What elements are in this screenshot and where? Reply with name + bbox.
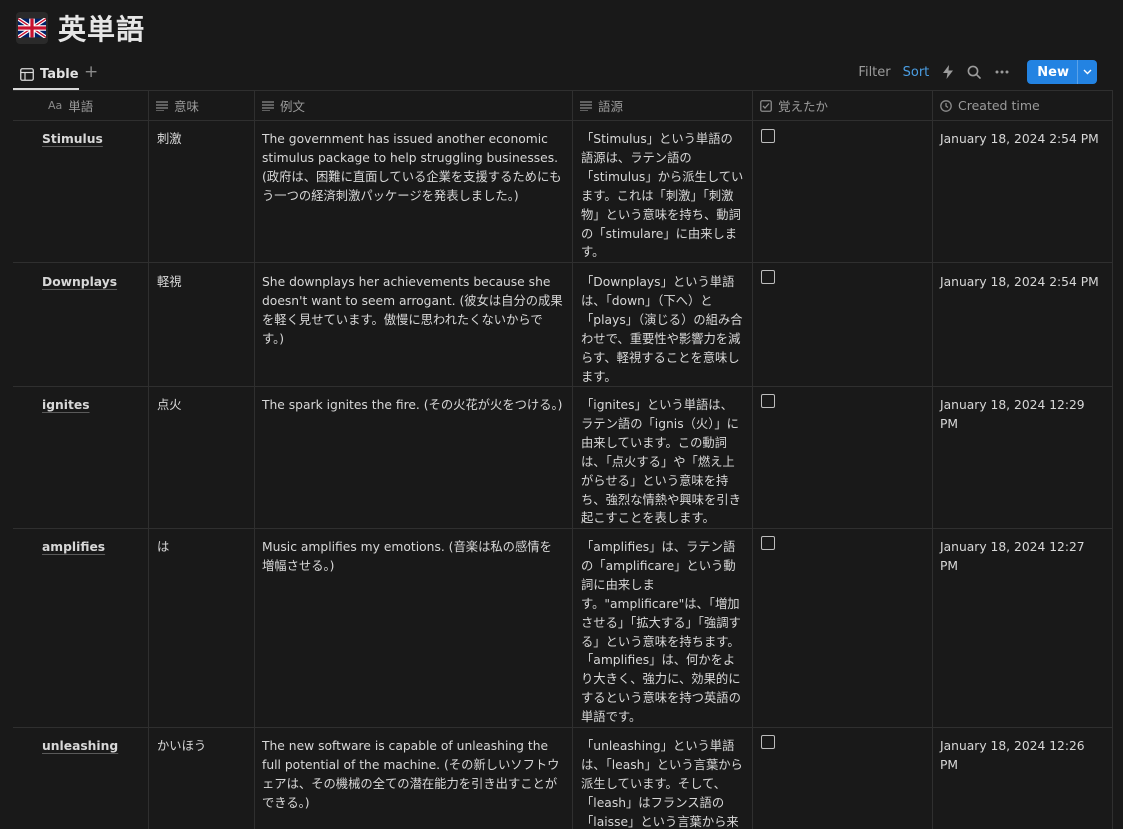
example-cell[interactable]: The new software is capable of unleashin…	[254, 731, 572, 829]
learned-checkbox[interactable]	[761, 129, 775, 143]
example-cell[interactable]: She downplays her achievements because s…	[254, 267, 572, 386]
column-header-label: 語源	[598, 99, 624, 114]
table-row-word-cell[interactable]: unleashing	[34, 731, 148, 762]
page-title[interactable]: 英単語	[58, 8, 145, 48]
database-toolbar: Filter Sort New	[858, 59, 1097, 85]
row-border	[13, 386, 1113, 387]
new-button[interactable]: New	[1027, 60, 1097, 84]
search-icon[interactable]	[967, 65, 982, 79]
table-row-word-cell[interactable]: Downplays	[34, 267, 148, 298]
lightning-icon[interactable]	[943, 65, 954, 79]
example-cell[interactable]: The government has issued another econom…	[254, 124, 572, 262]
column-header-word[interactable]: Aa 単語	[40, 90, 148, 121]
row-border	[13, 528, 1113, 529]
view-bar: Table + Filter Sort New	[0, 58, 1123, 90]
word-link[interactable]: amplifies	[42, 540, 105, 554]
created-time-cell[interactable]: January 18, 2024 12:29 PM	[932, 390, 1113, 440]
row-border	[13, 262, 1113, 263]
page-header: 英単語	[16, 10, 145, 46]
column-header-label: 意味	[174, 99, 200, 114]
add-view-button[interactable]: +	[84, 62, 98, 82]
sort-button[interactable]: Sort	[903, 65, 930, 80]
etymology-cell[interactable]: 「amplifies」は、ラテン語の「amplificare」という動詞に由来し…	[573, 532, 752, 727]
header-top-border	[13, 90, 1113, 91]
table-icon	[20, 67, 34, 81]
word-link[interactable]: Downplays	[42, 275, 117, 289]
meaning-cell[interactable]: は	[149, 532, 254, 563]
text-property-icon	[262, 100, 274, 111]
column-header-example[interactable]: 例文	[254, 90, 572, 121]
example-cell[interactable]: Music amplifies my emotions. (音楽は私の感情を増幅…	[254, 532, 572, 727]
column-header-label: 例文	[280, 99, 306, 114]
column-header-label: 単語	[68, 99, 94, 114]
column-header-label: Created time	[958, 98, 1040, 113]
word-link[interactable]: unleashing	[42, 739, 118, 753]
column-divider	[752, 90, 753, 829]
table-row-word-cell[interactable]: amplifies	[34, 532, 148, 563]
created-time-cell[interactable]: January 18, 2024 12:26 PM	[932, 731, 1113, 781]
tab-table-view[interactable]: Table	[14, 58, 85, 90]
word-link[interactable]: Stimulus	[42, 132, 103, 146]
checkbox-property-icon	[760, 99, 772, 112]
table-row-word-cell[interactable]: Stimulus	[34, 124, 148, 155]
etymology-cell[interactable]: 「unleashing」という単語は、「leash」という言葉から派生しています…	[573, 731, 752, 829]
meaning-cell[interactable]: かいほう	[149, 731, 254, 762]
title-property-icon: Aa	[48, 99, 63, 112]
created-time-cell[interactable]: January 18, 2024 12:27 PM	[932, 532, 1113, 582]
text-property-icon	[156, 100, 168, 111]
etymology-cell[interactable]: 「Downplays」という単語は、「down」（下へ）と「plays」（演じる…	[573, 267, 752, 386]
row-border	[13, 120, 1113, 121]
column-header-learned[interactable]: 覚えたか	[752, 90, 932, 121]
clock-icon	[940, 99, 952, 112]
column-divider	[1112, 90, 1113, 829]
column-header-label: 覚えたか	[778, 99, 829, 114]
more-options-icon[interactable]	[995, 70, 1009, 74]
notion-database-page: 英単語 Table + Filter Sort New Aa 単語 意味 例文 …	[0, 0, 1123, 829]
column-header-created-time[interactable]: Created time	[932, 90, 1112, 121]
etymology-cell[interactable]: 「Stimulus」という単語の語源は、ラテン語の「stimulus」から派生し…	[573, 124, 752, 262]
learned-checkbox[interactable]	[761, 536, 775, 550]
row-border	[13, 727, 1113, 728]
word-link[interactable]: ignites	[42, 398, 90, 412]
learned-checkbox[interactable]	[761, 270, 775, 284]
column-header-etymology[interactable]: 語源	[572, 90, 752, 121]
table-row-word-cell[interactable]: ignites	[34, 390, 148, 421]
new-button-label[interactable]: New	[1027, 60, 1077, 84]
database-table: Aa 単語 意味 例文 語源 覚えたか Created time Stimulu…	[13, 90, 1113, 829]
learned-checkbox[interactable]	[761, 735, 775, 749]
uk-flag-icon[interactable]	[16, 12, 48, 44]
learned-checkbox[interactable]	[761, 394, 775, 408]
created-time-cell[interactable]: January 18, 2024 2:54 PM	[932, 267, 1113, 298]
example-cell[interactable]: The spark ignites the fire. (その火花が火をつける。…	[254, 390, 572, 528]
etymology-cell[interactable]: 「ignites」という単語は、ラテン語の「ignis（火）」に由来しています。…	[573, 390, 752, 528]
chevron-down-icon[interactable]	[1077, 60, 1097, 84]
meaning-cell[interactable]: 刺激	[149, 124, 254, 155]
filter-button[interactable]: Filter	[858, 65, 890, 80]
column-divider	[932, 90, 933, 829]
column-header-meaning[interactable]: 意味	[148, 90, 254, 121]
created-time-cell[interactable]: January 18, 2024 2:54 PM	[932, 124, 1113, 155]
meaning-cell[interactable]: 点火	[149, 390, 254, 421]
text-property-icon	[580, 100, 592, 111]
meaning-cell[interactable]: 軽視	[149, 267, 254, 298]
column-divider	[148, 90, 149, 829]
tab-table-label: Table	[40, 66, 79, 82]
